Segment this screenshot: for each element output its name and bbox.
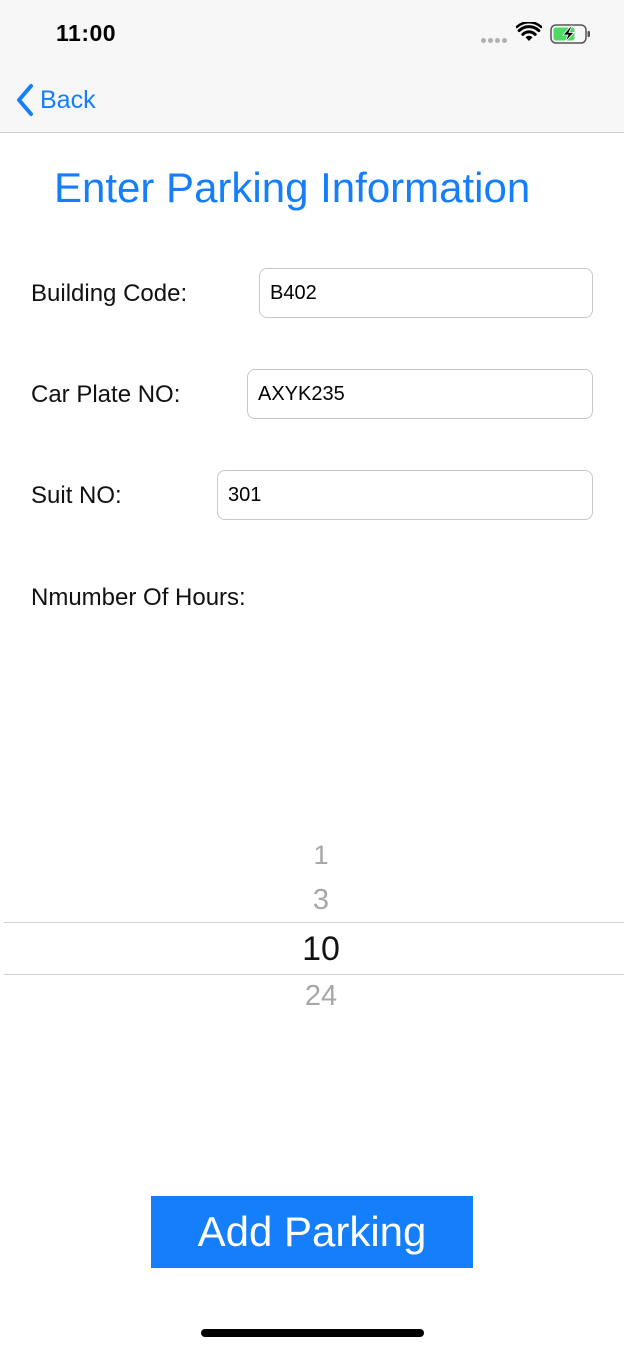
chevron-left-icon [17,84,33,116]
picker-selection-top-divider [4,922,624,923]
page-title: Enter Parking Information [54,164,531,211]
picker-option[interactable]: 24 [4,980,624,1013]
cellular-dots-icon [481,38,511,44]
building-code-label: Building Code: [31,280,188,307]
picker-option-selected[interactable]: 10 [4,930,624,969]
suit-no-input[interactable] [217,470,593,520]
car-plate-input[interactable] [247,369,593,419]
back-button[interactable]: Back [14,83,96,117]
status-bar: 11:00 [0,0,624,66]
wifi-icon [516,22,542,41]
hours-picker[interactable]: 1 3 10 24 [4,830,624,1030]
picker-option[interactable]: 3 [4,884,624,917]
add-parking-button[interactable]: Add Parking [151,1196,473,1268]
picker-option[interactable]: 1 [4,840,624,871]
building-code-input[interactable] [259,268,593,318]
battery-charging-icon [550,24,590,44]
car-plate-label: Car Plate NO: [31,381,181,408]
hours-label: Nmumber Of Hours: [31,584,246,611]
home-indicator [201,1329,424,1337]
back-label: Back [40,85,96,114]
picker-selection-bottom-divider [4,974,624,975]
navigation-bar: Back [0,66,624,133]
suit-no-label: Suit NO: [31,482,122,509]
status-time: 11:00 [56,20,117,46]
